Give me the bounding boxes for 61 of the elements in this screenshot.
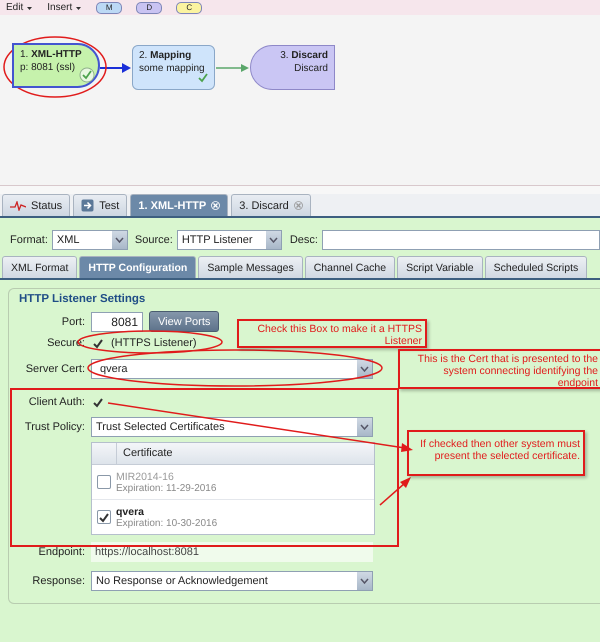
tab[interactable]: 3. Discard — [231, 194, 311, 216]
node-detail: p: 8081 (ssl) — [20, 61, 76, 74]
destination-node[interactable]: 3. Discard Discard — [250, 45, 335, 90]
source-dropdown[interactable]: HTTP Listener — [176, 230, 282, 250]
server-cert-dropdown[interactable]: qvera — [91, 359, 373, 379]
expiration-date: Expiration: 10-30-2016 — [116, 518, 218, 528]
tab[interactable]: Scheduled Scripts — [484, 256, 588, 278]
certificate-name: MIR2014-16 — [116, 470, 175, 482]
view-ports-button[interactable]: View Ports — [149, 311, 220, 332]
mapping-node[interactable]: 2. Mapping some mapping — [132, 45, 215, 90]
field-label: Response: — [31, 575, 85, 587]
field-label: Format: — [10, 234, 48, 246]
callout-note: This is the Cert that is presented to the system connecting identifying the endpoint — [398, 349, 600, 389]
field-label: Source: — [134, 234, 173, 246]
annotation-arrow — [380, 477, 411, 506]
node-detail: some mapping — [139, 62, 205, 75]
format-dropdown[interactable]: XML — [52, 230, 128, 250]
trust-policy-dropdown[interactable]: Trust Selected Certificates — [91, 417, 373, 437]
menu-item[interactable]: Edit — [6, 2, 34, 13]
arrow-icon — [81, 199, 94, 212]
callout-note: If checked then other system must present the selected certificate. — [407, 430, 585, 476]
column-header: Certificate — [122, 446, 174, 461]
node-detail: Discard — [294, 62, 328, 75]
node-title: 2. Mapping — [139, 49, 192, 62]
tab[interactable]: XML Format — [2, 256, 78, 278]
field-label: Trust Policy: — [24, 421, 85, 433]
caret-icon[interactable] — [26, 4, 34, 10]
node-title: 1. XML-HTTP — [20, 48, 83, 61]
tab[interactable]: Sample Messages — [198, 256, 303, 278]
response-dropdown[interactable]: No Response or Acknowledgement — [91, 571, 373, 591]
badge-button[interactable]: C — [176, 2, 202, 14]
checkbox-caption: (HTTPS Listener) — [111, 337, 197, 349]
port-field[interactable]: 8081 — [91, 312, 143, 332]
description-field[interactable] — [322, 230, 600, 250]
callout-note: Check this Box to make it a HTTPS Listener — [237, 319, 427, 348]
field-label: Client Auth: — [28, 396, 85, 408]
tab[interactable]: Script Variable — [397, 256, 483, 278]
field-label: Desc: — [290, 234, 318, 246]
node-title: 3. Discard — [279, 49, 328, 62]
connector-arrow — [216, 64, 249, 72]
endpoint-field: https://localhost:8081 — [91, 542, 373, 562]
pulse-icon — [10, 200, 26, 210]
expiration-date: Expiration: 11-29-2016 — [116, 482, 216, 494]
tab[interactable]: Channel Cache — [304, 256, 396, 278]
tab[interactable]: HTTP Configuration — [79, 256, 196, 278]
section-title: HTTP Listener Settings — [19, 293, 146, 305]
tab[interactable]: Status — [2, 194, 70, 216]
tab[interactable]: Test — [73, 194, 128, 216]
source-node[interactable]: 1. XML-HTTP p: 8081 (ssl) — [12, 43, 100, 88]
tab[interactable]: 1. XML-HTTP — [130, 194, 228, 216]
caret-icon[interactable] — [75, 4, 82, 10]
field-label: Server Cert: — [24, 363, 85, 375]
field-label: Port: — [60, 316, 85, 328]
connector-arrow — [100, 63, 131, 73]
field-label: Endpoint: — [38, 546, 85, 558]
menu-item[interactable]: Insert — [47, 2, 82, 13]
certificate-name: qvera — [116, 506, 144, 518]
badge-button[interactable]: D — [136, 2, 162, 14]
checkbox[interactable] — [97, 510, 111, 524]
badge-button[interactable]: M — [96, 2, 122, 14]
checkbox[interactable] — [97, 475, 111, 489]
